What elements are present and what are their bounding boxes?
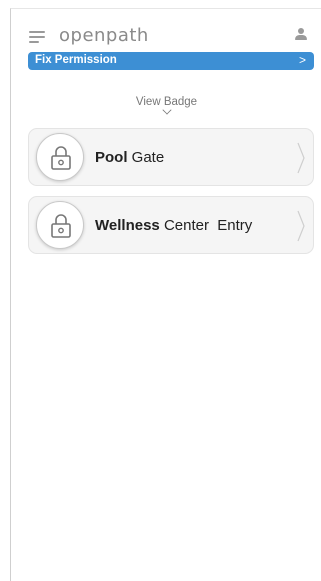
door-entry-wellness-center[interactable]: Wellness Center Entry — [28, 196, 314, 254]
hamburger-menu-icon[interactable] — [29, 31, 45, 43]
brand-logo: openpath — [59, 25, 149, 46]
app-screen: openpath Fix Permission > View Badge Poo… — [10, 8, 321, 581]
entry-name: Pool Gate — [95, 149, 164, 166]
door-entry-pool-gate[interactable]: Pool Gate — [28, 128, 314, 186]
entry-name-bold: Wellness — [95, 217, 160, 234]
chevron-right-icon: > — [298, 53, 306, 67]
lock-icon — [51, 214, 71, 238]
entry-name-rest: Gate — [131, 149, 165, 166]
entry-name-rest: Center Entry — [163, 217, 253, 234]
entry-name: Wellness Center Entry — [95, 217, 252, 234]
fix-permission-label: Fix Permission — [35, 54, 117, 66]
unlock-button[interactable] — [36, 133, 84, 181]
entry-name-bold: Pool — [95, 149, 128, 166]
user-icon[interactable] — [294, 28, 308, 42]
fix-permission-banner[interactable]: Fix Permission > — [28, 52, 314, 70]
unlock-button[interactable] — [36, 201, 84, 249]
chevron-right-icon — [297, 210, 305, 242]
lock-icon — [51, 146, 71, 170]
view-badge-toggle[interactable]: View Badge — [11, 96, 321, 115]
app-header: openpath — [11, 9, 321, 53]
chevron-right-icon — [297, 142, 305, 174]
